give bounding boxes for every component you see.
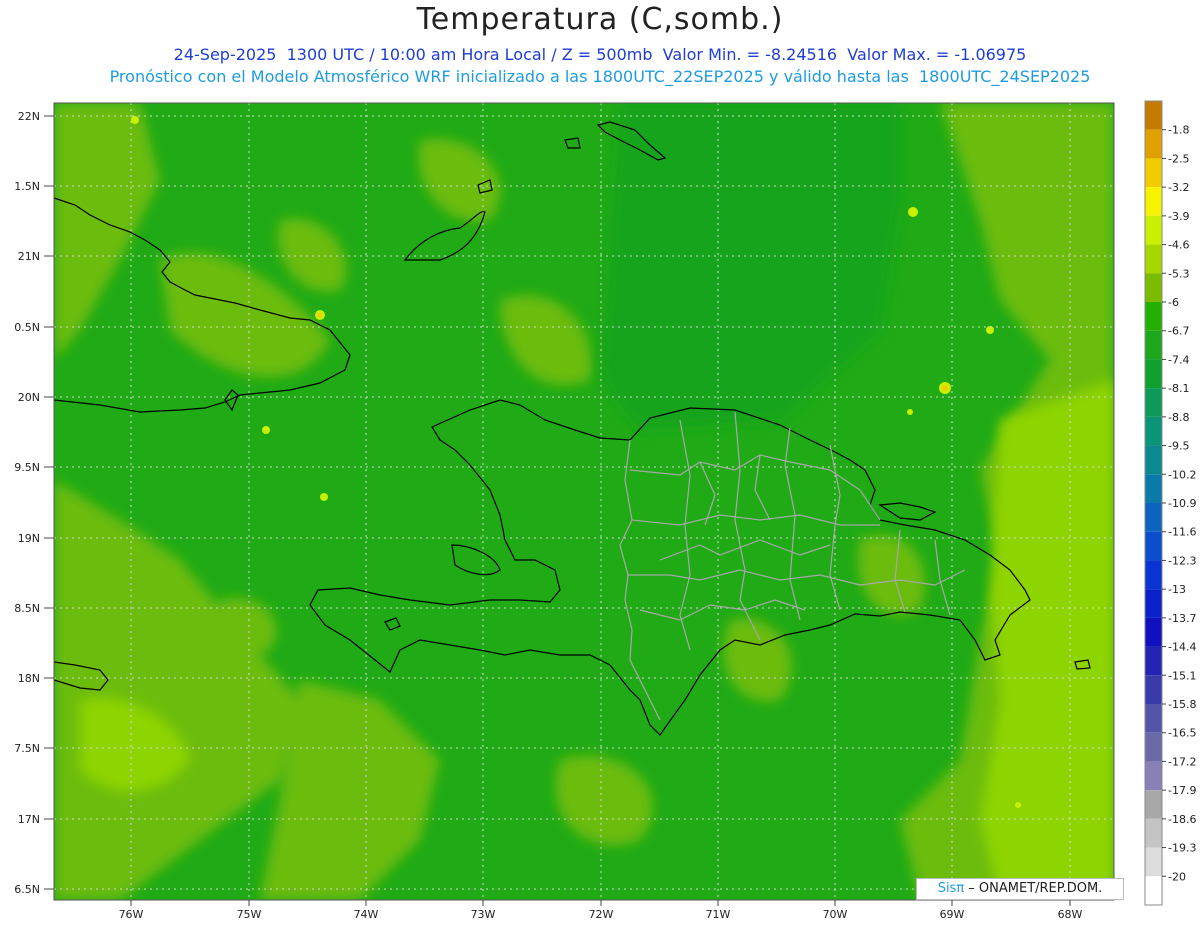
- colorbar-label: -12.3: [1168, 554, 1196, 567]
- colorbar-label: -3.9: [1168, 210, 1189, 223]
- colorbar-swatch: [1145, 503, 1162, 532]
- lon-label: 69W: [940, 908, 965, 921]
- colorbar-swatch: [1145, 531, 1162, 561]
- lat-label: 19N: [18, 532, 40, 545]
- credit-box: Sisπ – ONAMET/REP.DOM.: [916, 878, 1124, 900]
- colorbar-swatch: [1145, 474, 1162, 503]
- lon-label: 75W: [237, 908, 262, 921]
- colorbar-swatch: [1145, 589, 1162, 618]
- latitude-axis: 22N 1.5N 21N 0.5N 20N 9.5N 19N 8.5N 18N …: [14, 110, 40, 896]
- lon-label: 70W: [823, 908, 848, 921]
- colorbar-swatch: [1145, 876, 1162, 905]
- colorbar-swatch: [1145, 617, 1162, 647]
- lat-label: 9.5N: [14, 461, 40, 474]
- colorbar-label: -2.5: [1168, 152, 1189, 165]
- credit-brand: Sisπ: [937, 881, 965, 896]
- lat-label: 22N: [18, 110, 40, 123]
- colorbar: -1.8 -2.5 -3.2 -3.9 -4.6 -5.3 -6 -6.7 -7.4 -8.1 -8…: [1144, 100, 1196, 906]
- colorbar-label: -7.4: [1168, 353, 1189, 366]
- colorbar-swatch: [1145, 761, 1162, 791]
- colorbar-swatch: [1145, 302, 1162, 331]
- colorbar-label: -14.4: [1168, 641, 1196, 654]
- colorbar-label: -6: [1168, 296, 1179, 309]
- colorbar-label: -10.9: [1168, 497, 1196, 510]
- colorbar-label: -15.1: [1168, 669, 1196, 682]
- colorbar-swatch: [1145, 101, 1162, 130]
- lat-label: 18N: [18, 672, 40, 685]
- lat-label: 8.5N: [14, 602, 40, 615]
- colorbar-label: -16.5: [1168, 727, 1196, 740]
- colorbar-label: -3.2: [1168, 181, 1189, 194]
- colorbar-label: -1.8: [1168, 124, 1189, 137]
- lat-label: 0.5N: [14, 321, 40, 334]
- colorbar-swatch: [1145, 359, 1162, 389]
- lon-label: 71W: [706, 908, 731, 921]
- colorbar-label: -8.8: [1168, 411, 1189, 424]
- colorbar-swatch: [1145, 790, 1162, 819]
- colorbar-swatch: [1145, 704, 1162, 733]
- lat-label: 7.5N: [14, 742, 40, 755]
- colorbar-swatch: [1145, 732, 1162, 762]
- colorbar-swatch: [1145, 445, 1162, 475]
- colorbar-swatch: [1145, 818, 1162, 848]
- colorbar-label: -18.6: [1168, 813, 1196, 826]
- lon-label: 72W: [589, 908, 614, 921]
- colorbar-swatch: [1145, 560, 1162, 590]
- colorbar-swatch: [1145, 158, 1162, 188]
- credit-text: – ONAMET/REP.DOM.: [964, 881, 1103, 896]
- colorbar-label: -17.9: [1168, 784, 1196, 797]
- colorbar-label: -4.6: [1168, 239, 1189, 252]
- lon-label: 76W: [119, 908, 144, 921]
- colorbar-swatch: [1145, 675, 1162, 704]
- lat-label: 17N: [18, 813, 40, 826]
- colorbar-swatch: [1145, 244, 1162, 274]
- colorbar-label: -17.2: [1168, 755, 1196, 768]
- colorbar-label: -20: [1168, 870, 1186, 883]
- lon-label: 74W: [354, 908, 379, 921]
- longitude-axis: 76W 75W 74W 73W 72W 71W 70W 69W 68W: [119, 908, 1083, 921]
- temperature-field: [54, 103, 1114, 900]
- lat-label: 6.5N: [14, 883, 40, 896]
- lat-label: 1.5N: [14, 180, 40, 193]
- colorbar-label: -11.6: [1168, 526, 1196, 539]
- lat-label: 21N: [18, 250, 40, 263]
- colorbar-label: -13: [1168, 583, 1186, 596]
- temperature-map: 22N 1.5N 21N 0.5N 20N 9.5N 19N 8.5N 18N …: [14, 100, 1196, 921]
- lon-label: 68W: [1058, 908, 1083, 921]
- colorbar-swatch: [1145, 416, 1162, 446]
- colorbar-label: -9.5: [1168, 440, 1189, 453]
- colorbar-label: -10.2: [1168, 468, 1196, 481]
- colorbar-swatch: [1145, 646, 1162, 676]
- colorbar-swatch: [1145, 129, 1162, 159]
- colorbar-swatch: [1145, 215, 1162, 245]
- colorbar-swatch: [1145, 187, 1162, 216]
- colorbar-swatch: [1145, 330, 1162, 360]
- colorbar-label: -19.3: [1168, 842, 1196, 855]
- colorbar-swatch: [1145, 388, 1162, 417]
- lon-label: 73W: [471, 908, 496, 921]
- lat-label: 20N: [18, 391, 40, 404]
- colorbar-label: -13.7: [1168, 612, 1196, 625]
- colorbar-label: -6.7: [1168, 325, 1189, 338]
- colorbar-label: -15.8: [1168, 698, 1196, 711]
- colorbar-label: -8.1: [1168, 382, 1189, 395]
- colorbar-label: -5.3: [1168, 267, 1189, 280]
- colorbar-swatch: [1145, 847, 1162, 877]
- colorbar-swatch: [1145, 273, 1162, 302]
